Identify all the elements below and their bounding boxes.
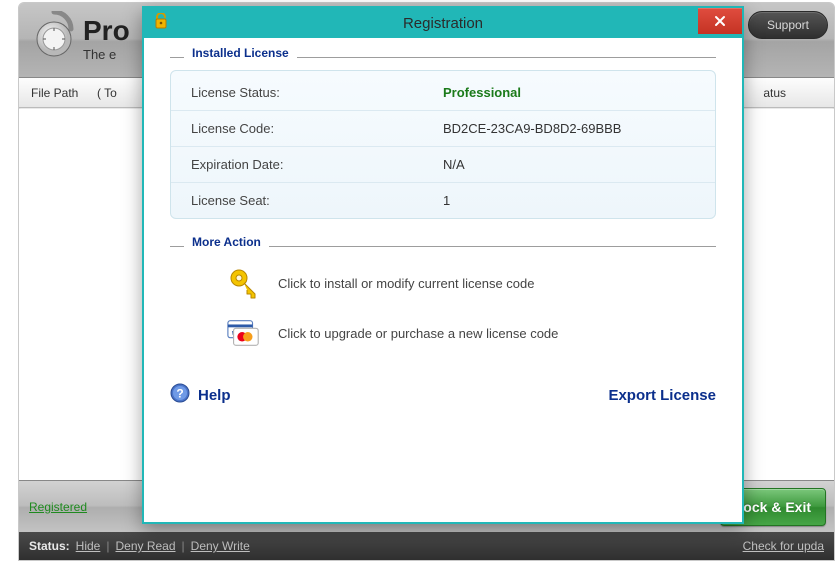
- label-license-status: License Status:: [191, 85, 443, 100]
- value-seat: 1: [443, 193, 695, 208]
- separator: |: [106, 539, 109, 553]
- app-subtitle: The e: [83, 47, 130, 62]
- value-license-status: Professional: [443, 85, 695, 100]
- status-hide-link[interactable]: Hide: [76, 539, 101, 553]
- label-seat: License Seat:: [191, 193, 443, 208]
- value-expiration: N/A: [443, 157, 695, 172]
- group-label: Installed License: [188, 46, 293, 60]
- column-file-path[interactable]: File Path: [31, 86, 91, 100]
- close-icon: [714, 15, 726, 27]
- status-deny-write-link[interactable]: Deny Write: [191, 539, 250, 553]
- app-title: Pro: [83, 11, 130, 45]
- row-expiration-date: Expiration Date: N/A: [171, 146, 715, 182]
- group-installed-license: Installed License: [170, 52, 716, 62]
- registration-dialog: Registration Installed License License S…: [142, 6, 744, 524]
- credit-cards-icon: VISA: [226, 315, 262, 351]
- license-panel: License Status: Professional License Cod…: [170, 70, 716, 219]
- export-license-link[interactable]: Export License: [608, 387, 716, 404]
- support-button[interactable]: Support: [748, 11, 828, 39]
- group-label: More Action: [188, 235, 265, 249]
- status-bar: Status: Hide | Deny Read | Deny Write Ch…: [19, 532, 834, 560]
- dialog-title: Registration: [144, 15, 742, 32]
- action-upgrade-purchase[interactable]: VISA Click to upgrade or purchase a new …: [226, 315, 716, 351]
- action-upgrade-text: Click to upgrade or purchase a new licen…: [278, 326, 558, 341]
- value-license-code: BD2CE-23CA9-BD8D2-69BBB: [443, 121, 695, 136]
- app-logo-dial-icon: [31, 11, 77, 57]
- row-license-code: License Code: BD2CE-23CA9-BD8D2-69BBB: [171, 110, 715, 146]
- dialog-titlebar[interactable]: Registration: [144, 8, 742, 38]
- row-license-seat: License Seat: 1: [171, 182, 715, 218]
- help-icon: ?: [170, 383, 190, 407]
- help-link[interactable]: ? Help: [170, 383, 231, 407]
- svg-text:?: ?: [176, 387, 183, 401]
- row-license-status: License Status: Professional: [171, 75, 715, 110]
- action-install-text: Click to install or modify current licen…: [278, 276, 535, 291]
- group-more-action: More Action: [170, 241, 716, 251]
- label-license-code: License Code:: [191, 121, 443, 136]
- check-update-link[interactable]: Check for upda: [743, 539, 824, 553]
- action-install-modify[interactable]: Click to install or modify current licen…: [226, 265, 716, 301]
- help-text: Help: [198, 387, 231, 404]
- registered-link[interactable]: Registered: [29, 500, 87, 514]
- label-expiration: Expiration Date:: [191, 157, 443, 172]
- status-label: Status:: [29, 539, 70, 553]
- column-status[interactable]: atus: [763, 86, 786, 100]
- separator: |: [182, 539, 185, 553]
- column-to: ( To: [97, 86, 117, 100]
- key-icon: [226, 265, 262, 301]
- status-deny-read-link[interactable]: Deny Read: [115, 539, 175, 553]
- close-button[interactable]: [698, 8, 742, 34]
